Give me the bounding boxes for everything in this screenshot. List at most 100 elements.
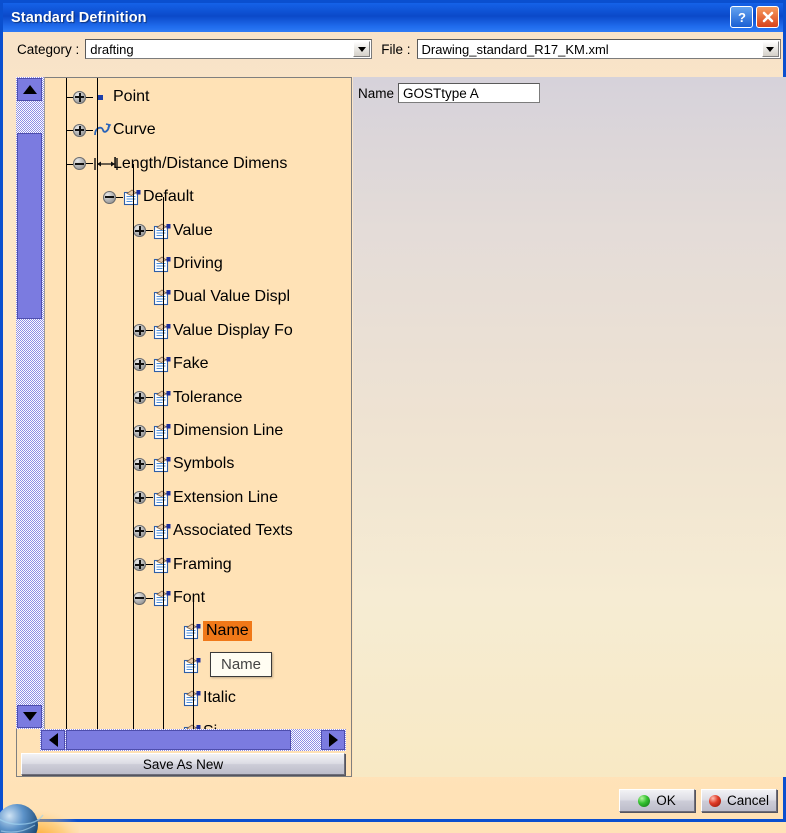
document-icon [183, 690, 201, 707]
window-controls: ? [730, 6, 779, 28]
chevron-down-icon [357, 46, 366, 52]
tree-connector-line [66, 163, 73, 165]
window-title: Standard Definition [11, 9, 147, 26]
save-as-new-button[interactable]: Save As New [21, 753, 345, 775]
standards-tree[interactable]: Point Curve Length/Distance Dimens Default V… [48, 78, 351, 730]
category-dropdown-arrow[interactable] [353, 41, 371, 57]
tree-node-label: Name [203, 621, 252, 642]
expand-toggle-icon[interactable] [133, 391, 146, 405]
tree-connector [146, 597, 153, 599]
expand-toggle-icon[interactable] [73, 123, 86, 137]
triangle-up-icon [22, 85, 37, 94]
collapse-toggle-icon[interactable] [73, 157, 86, 171]
title-bar: Standard Definition ? [3, 3, 783, 32]
ok-button[interactable]: OK [619, 789, 695, 812]
tree-node[interactable]: Dimension Line [133, 418, 283, 444]
tree-node-label: Length/Distance Dimens [113, 154, 288, 172]
file-label: File : [381, 41, 411, 57]
document-icon [153, 323, 171, 339]
file-value: Drawing_standard_R17_KM.xml [421, 41, 609, 57]
tree-node[interactable]: Driving [133, 251, 223, 277]
globe-watermark [0, 789, 81, 833]
tree-node-label: Symbols [173, 455, 235, 473]
tree-node[interactable] [163, 652, 203, 678]
expand-toggle-icon[interactable] [133, 558, 146, 572]
tree-node-label: Italic [203, 689, 236, 707]
tree-node[interactable]: Fake [133, 351, 209, 377]
green-sphere-icon [638, 794, 651, 807]
category-dropdown[interactable]: drafting [85, 39, 373, 59]
tree-node-label: Value Display Fo [173, 321, 293, 339]
tree-node[interactable]: Framing [133, 552, 232, 578]
expand-toggle-icon[interactable] [133, 491, 146, 505]
tree-node[interactable]: Tolerance [133, 385, 242, 411]
horizontal-scroll-thumb[interactable] [66, 730, 291, 750]
close-icon[interactable] [756, 6, 779, 28]
tree-node[interactable]: Curve [73, 117, 156, 143]
expand-toggle-icon[interactable] [133, 224, 146, 238]
scroll-left-button[interactable] [41, 730, 65, 750]
tree-connector [116, 196, 123, 198]
document-icon [123, 189, 141, 206]
tree-node-label: Curve [113, 121, 156, 139]
expand-toggle-icon[interactable] [133, 357, 146, 371]
vertical-scroll-thumb[interactable] [17, 133, 42, 319]
file-dropdown[interactable]: Drawing_standard_R17_KM.xml [416, 39, 781, 59]
tree-node-label: Dimension Line [173, 422, 284, 439]
expand-toggle-icon[interactable] [133, 524, 146, 538]
save-as-new-label: Save As New [142, 756, 224, 772]
scroll-up-button[interactable] [17, 78, 42, 101]
tree-node-label: Font [173, 589, 206, 606]
cancel-button[interactable]: Cancel [701, 789, 777, 812]
globe-icon [0, 803, 79, 833]
tree-connector-line [66, 97, 73, 98]
document-icon [153, 590, 171, 607]
tree-branch-line [193, 598, 194, 730]
help-icon[interactable]: ? [730, 6, 753, 28]
collapse-toggle-icon[interactable] [103, 190, 116, 204]
tree-connector [146, 564, 153, 566]
tree-node[interactable]: Value Display Fo [133, 318, 293, 344]
scroll-down-button[interactable] [17, 705, 42, 728]
tree-horizontal-scrollbar[interactable] [40, 729, 346, 751]
tree-connector [146, 397, 153, 399]
expand-toggle-icon[interactable] [133, 457, 146, 471]
tree-node[interactable]: Dual Value Displ [133, 284, 290, 310]
document-icon [153, 256, 171, 273]
file-dropdown-arrow[interactable] [761, 41, 779, 57]
tree-node-label: Driving [173, 255, 223, 272]
document-icon [153, 456, 171, 473]
tree-trunk-line [66, 78, 67, 730]
document-icon [153, 557, 171, 573]
name-property-row: Name GOSTtype A [358, 83, 541, 103]
curve-icon [94, 123, 112, 136]
tree-trunk-line [97, 78, 98, 730]
tree-node[interactable]: Default [103, 184, 194, 210]
tree-vertical-scrollbar[interactable] [16, 77, 45, 729]
svg-text:?: ? [738, 10, 746, 25]
tree-node[interactable]: Symbols [133, 451, 234, 477]
tree-node[interactable]: Length/Distance Dimens [73, 151, 287, 177]
expand-toggle-icon[interactable] [133, 324, 146, 338]
expand-toggle-icon[interactable] [73, 90, 86, 104]
tree-node[interactable]: Name [163, 618, 252, 644]
tree-node[interactable]: Italic [163, 685, 236, 711]
tree-node[interactable]: Font [133, 585, 205, 611]
tree-node[interactable]: Associated Texts [133, 518, 293, 544]
standards-tree-panel: Point Curve Length/Distance Dimens Default V… [16, 77, 352, 777]
tree-node[interactable]: Value [133, 218, 213, 244]
document-icon [153, 289, 171, 306]
tree-node[interactable]: Point [73, 84, 149, 110]
category-value: drafting [90, 41, 134, 57]
document-icon [153, 523, 171, 540]
document-icon [153, 490, 171, 506]
name-input[interactable]: GOSTtype A [398, 83, 541, 103]
scroll-right-button[interactable] [321, 730, 345, 750]
expand-toggle-icon[interactable] [133, 424, 146, 438]
tree-connector [86, 129, 93, 131]
tree-node[interactable]: Extension Line [133, 485, 278, 511]
document-icon [183, 657, 201, 673]
name-property-label: Name [358, 85, 395, 101]
collapse-toggle-icon[interactable] [133, 591, 146, 605]
tree-node-label: Point [113, 88, 150, 105]
